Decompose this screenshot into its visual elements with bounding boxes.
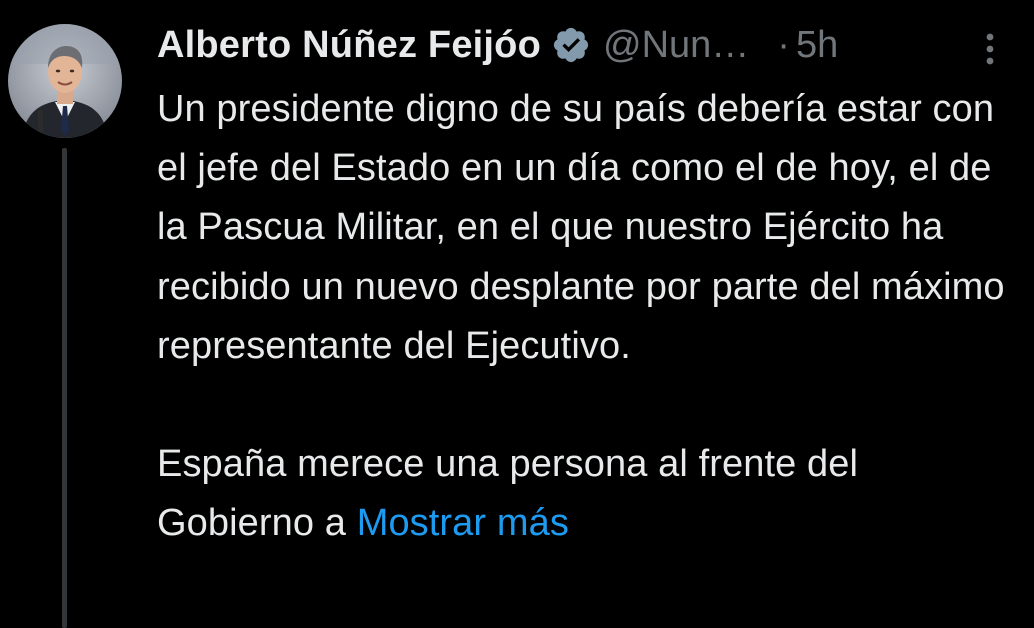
header-separator: ·	[777, 23, 790, 66]
tweet-paragraph: Un presidente digno de su país debería e…	[157, 88, 1005, 367]
more-options-icon[interactable]	[975, 28, 1005, 68]
avatar-image	[8, 24, 122, 138]
tweet-paragraph: España merece una persona al frente del …	[157, 435, 1017, 553]
avatar[interactable]	[8, 24, 122, 138]
author-handle[interactable]: @Nun…	[603, 24, 749, 67]
tweet-header: Alberto Núñez Feijóo @Nun… · 5h	[157, 20, 1027, 70]
tweet[interactable]: Alberto Núñez Feijóo @Nun… · 5h Un presi…	[0, 0, 1034, 628]
author-name[interactable]: Alberto Núñez Feijóo	[157, 24, 541, 67]
tweet-timestamp[interactable]: 5h	[796, 24, 838, 67]
show-more-link[interactable]: Mostrar más	[357, 502, 569, 544]
verified-badge-icon	[551, 25, 591, 65]
thread-connector-line	[62, 148, 67, 628]
tweet-text: Un presidente digno de su país debería e…	[157, 80, 1017, 553]
